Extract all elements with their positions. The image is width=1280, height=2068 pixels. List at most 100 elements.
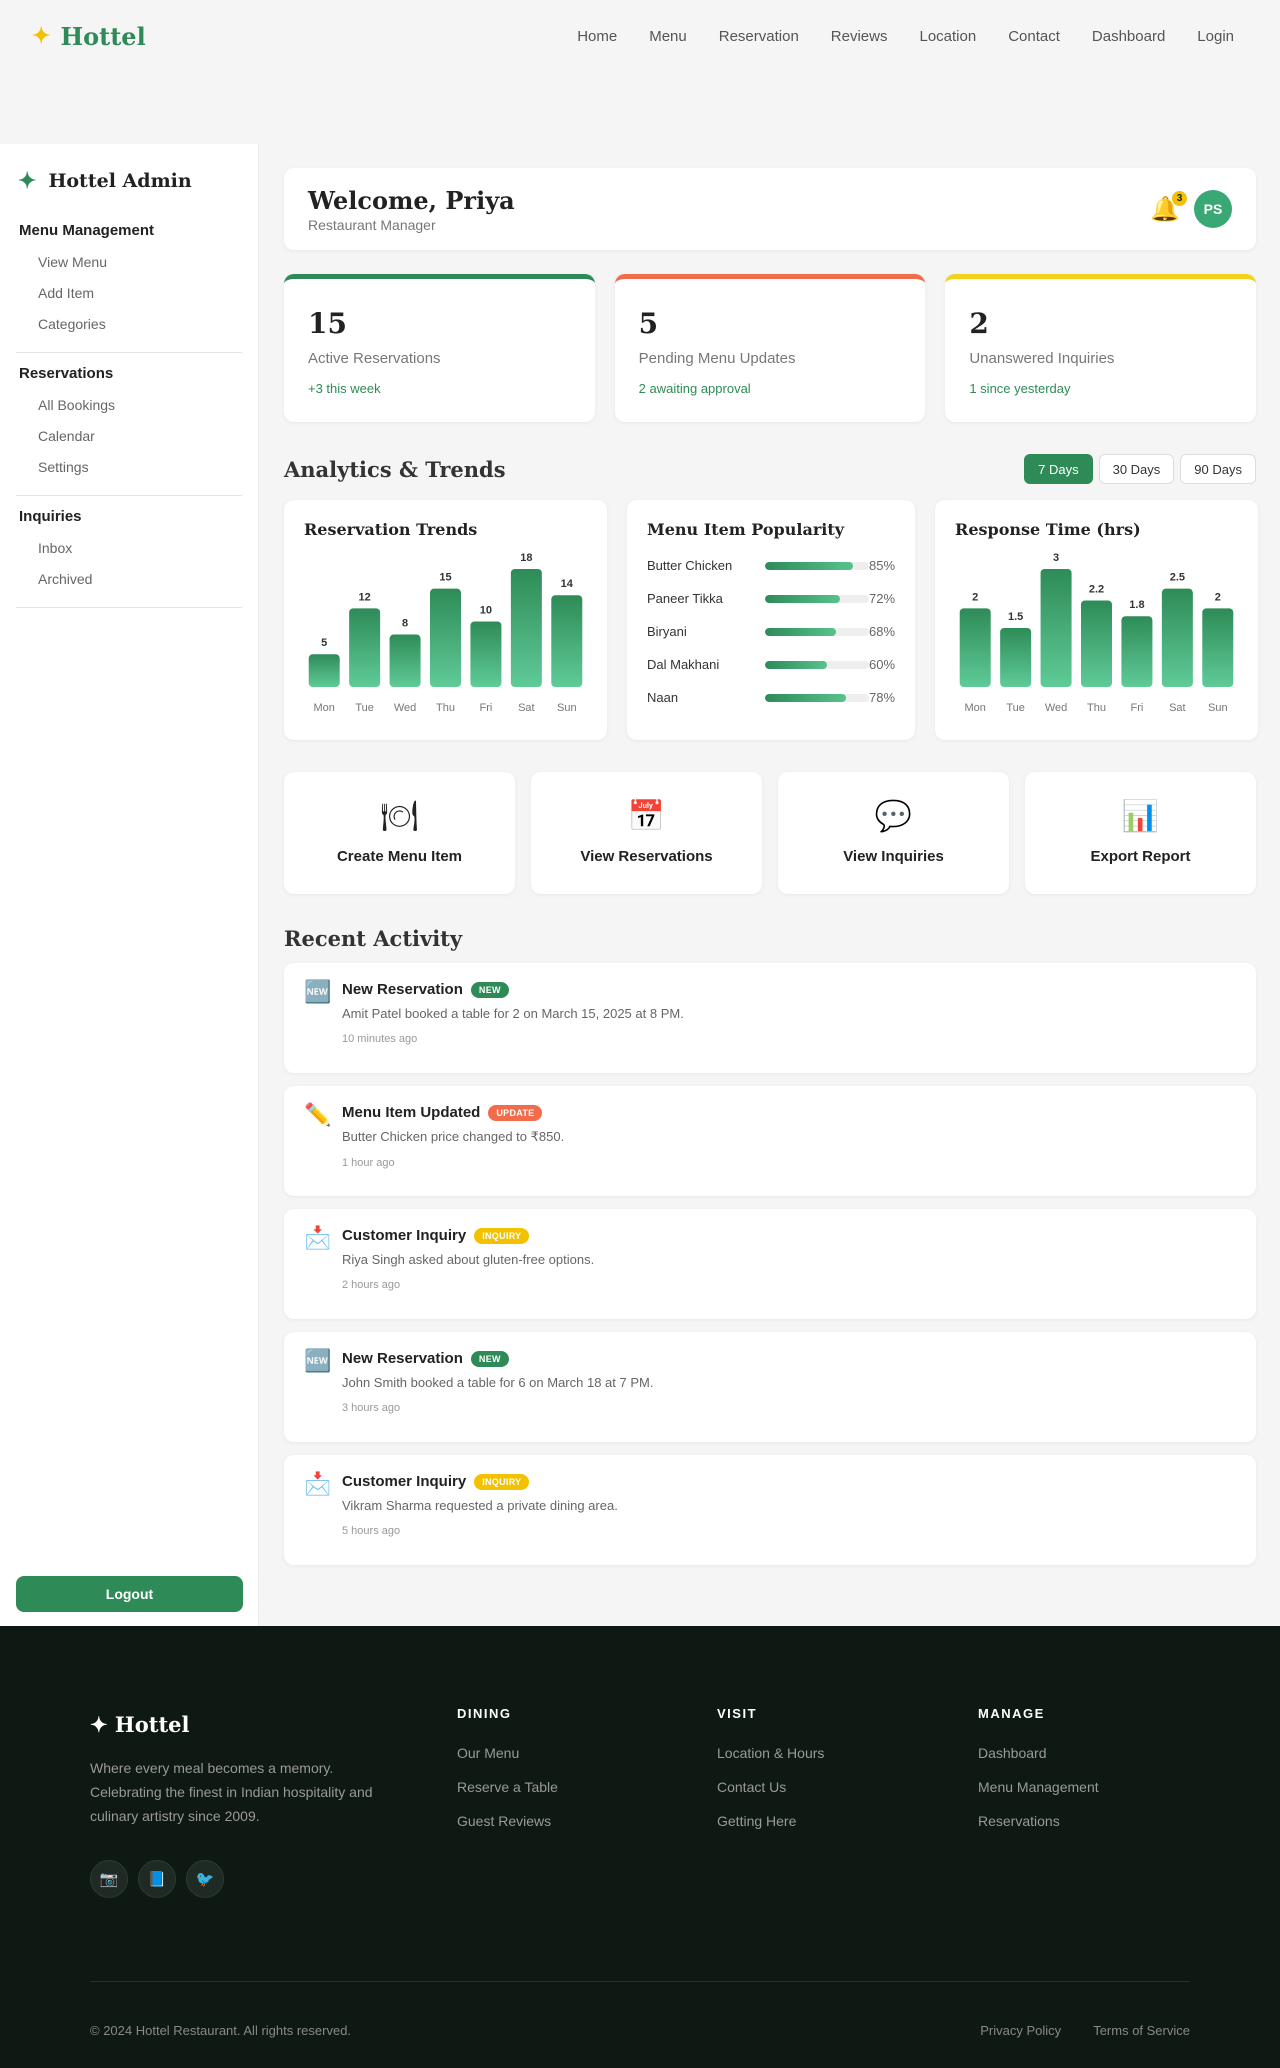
nav-link-contact[interactable]: Contact <box>1008 28 1060 45</box>
sidebar-item-settings[interactable]: Settings <box>16 452 242 483</box>
stat-value: 2 <box>969 307 989 340</box>
activity-item[interactable]: 📩 Customer Inquiry INQUIRY Riya Singh asked… <box>284 1209 1256 1319</box>
footer-link[interactable]: Getting Here <box>717 1813 824 1829</box>
charts-row: Reservation Trends 5 Mon 12 Tue 8 Wed 15 Thu 10 F… <box>284 500 1259 740</box>
dish-name: Butter Chicken <box>647 558 733 573</box>
chart-title: Menu Item Popularity <box>647 520 845 539</box>
action-label: View Inquiries <box>843 847 944 865</box>
footer-link[interactable]: Our Menu <box>457 1745 558 1761</box>
nav-link-home[interactable]: Home <box>577 28 617 45</box>
range-selector: 7 Days 30 Days 90 Days <box>1024 454 1256 484</box>
quick-actions: 🍽 Create Menu Item 📅 View Reservations 💬… <box>284 772 1256 894</box>
sidebar-item-inbox[interactable]: Inbox <box>16 533 242 564</box>
activity-description: John Smith booked a table for 6 on March… <box>342 1375 654 1390</box>
bar-tue <box>1000 628 1032 687</box>
reservation-trends-chart: Reservation Trends 5 Mon 12 Tue 8 Wed 15 Thu 10 F… <box>284 500 607 740</box>
activity-body: Customer Inquiry INQUIRY Vikram Sharma req… <box>342 1471 618 1549</box>
sidebar-item-all-bookings[interactable]: All Bookings <box>16 390 242 421</box>
activity-title: Menu Item Updated <box>342 1104 481 1121</box>
x-tick-label: Sun <box>557 702 577 714</box>
activity-item[interactable]: 🆕 New Reservation NEW Amit Patel booked a t… <box>284 963 1256 1073</box>
popularity-row: Biryani 68% <box>647 615 895 648</box>
camera-icon[interactable]: 📷 <box>90 1860 128 1898</box>
popularity-bar-track <box>765 627 869 636</box>
range-30-days-button[interactable]: 30 Days <box>1098 454 1175 484</box>
x-tick-label: Fri <box>1131 702 1144 714</box>
sidebar-item-view-menu[interactable]: View Menu <box>16 247 242 278</box>
data-label: 10 <box>480 604 492 616</box>
response-time-plot: 2 Mon 1.5 Tue 3 Wed 2.2 Thu 1.8 Fri 2.5 Sat 2 Sun <box>959 552 1234 714</box>
stat-label: Unanswered Inquiries <box>969 350 1115 367</box>
view-inquiries-button[interactable]: 💬 View Inquiries <box>778 772 1009 894</box>
avatar[interactable]: PS <box>1194 190 1232 228</box>
sidebar-item-add-item[interactable]: Add Item <box>16 278 242 309</box>
footer-copyright: © 2024 Hottel Restaurant. All rights res… <box>90 2023 352 2038</box>
view-reservations-button[interactable]: 📅 View Reservations <box>531 772 762 894</box>
stat-card-reservations: 15 Active Reservations +3 this week <box>284 274 595 422</box>
activity-description: Butter Chicken price changed to ₹850. <box>342 1129 565 1144</box>
footer-link[interactable]: Reservations <box>978 1813 1099 1829</box>
star-icon: ✦ <box>32 23 51 49</box>
chart-title: Reservation Trends <box>304 520 478 539</box>
terms-of-service-link[interactable]: Terms of Service <box>1093 2023 1190 2038</box>
footer-link[interactable]: Guest Reviews <box>457 1813 558 1829</box>
recent-activity-title: Recent Activity <box>284 926 463 951</box>
data-label: 8 <box>402 618 408 630</box>
activity-title-row: New Reservation NEW <box>342 981 684 998</box>
sidebar-group-menu-management: Menu Management View Menu Add Item Categ… <box>16 222 242 353</box>
bar-sun <box>551 595 583 687</box>
x-tick-label: Sat <box>1169 702 1186 714</box>
footer-link[interactable]: Reserve a Table <box>457 1779 558 1795</box>
reservation-trends-plot: 5 Mon 12 Tue 8 Wed 15 Thu 10 Fri 18 Sat 14 Sun <box>308 552 583 714</box>
stat-label: Active Reservations <box>308 350 441 367</box>
user-role: Restaurant Manager <box>308 216 436 233</box>
sidebar-item-calendar[interactable]: Calendar <box>16 421 242 452</box>
activity-time: 5 hours ago <box>342 1525 401 1537</box>
nav-link-reservation[interactable]: Reservation <box>719 28 799 45</box>
notifications-button[interactable]: 🔔 3 <box>1150 190 1187 224</box>
activity-item[interactable]: 🆕 New Reservation NEW John Smith booked a t… <box>284 1332 1256 1442</box>
data-label: 18 <box>520 552 532 564</box>
activity-item[interactable]: 📩 Customer Inquiry INQUIRY Vikram Sharma re… <box>284 1455 1256 1565</box>
data-label: 15 <box>439 572 451 584</box>
popularity-bar <box>765 693 847 702</box>
action-label: Export Report <box>1090 847 1191 865</box>
footer-link[interactable]: Menu Management <box>978 1779 1099 1795</box>
brand-logo[interactable]: ✦ Hottel <box>32 22 146 51</box>
nav-link-login[interactable]: Login <box>1197 28 1234 45</box>
footer-col-manage: MANAGE Dashboard Menu Management Reserva… <box>978 1706 1099 1847</box>
x-tick-label: Thu <box>1087 702 1106 714</box>
sidebar-item-categories[interactable]: Categories <box>16 309 242 340</box>
sidebar-brand: ✦ Hottel Admin <box>18 168 242 194</box>
range-90-days-button[interactable]: 90 Days <box>1180 454 1256 484</box>
stat-card-menu-updates: 5 Pending Menu Updates 2 awaiting approv… <box>614 274 926 422</box>
nav-link-location[interactable]: Location <box>919 28 976 45</box>
calendar-icon: 📅 <box>627 799 666 833</box>
footer-link[interactable]: Location & Hours <box>717 1745 824 1761</box>
book-icon[interactable]: 📘 <box>138 1860 176 1898</box>
activity-title-row: Customer Inquiry INQUIRY <box>342 1227 594 1244</box>
sidebar-brand-name: Hottel Admin <box>48 170 192 192</box>
activity-title: Customer Inquiry <box>342 1227 467 1244</box>
privacy-policy-link[interactable]: Privacy Policy <box>980 2023 1061 2038</box>
footer-link[interactable]: Dashboard <box>978 1745 1099 1761</box>
data-label: 12 <box>359 591 371 603</box>
activity-body: Customer Inquiry INQUIRY Riya Singh asked … <box>342 1225 594 1303</box>
activity-item[interactable]: ✏️ Menu Item Updated UPDATE Butter Chicken … <box>284 1086 1256 1196</box>
create-menu-item-button[interactable]: 🍽 Create Menu Item <box>284 772 515 894</box>
export-report-button[interactable]: 📊 Export Report <box>1025 772 1256 894</box>
dish-name: Paneer Tikka <box>647 591 723 606</box>
nav-link-reviews[interactable]: Reviews <box>831 28 888 45</box>
logout-button[interactable]: Logout <box>16 1576 243 1612</box>
analytics-title: Analytics & Trends <box>284 456 506 482</box>
nav-link-dashboard[interactable]: Dashboard <box>1092 28 1165 45</box>
activity-time: 1 hour ago <box>342 1157 395 1169</box>
range-7-days-button[interactable]: 7 Days <box>1024 454 1093 484</box>
sidebar-item-archived[interactable]: Archived <box>16 564 242 595</box>
data-label: 1.8 <box>1129 599 1144 611</box>
action-label: View Reservations <box>580 847 713 865</box>
footer-link[interactable]: Contact Us <box>717 1779 824 1795</box>
nav-link-menu[interactable]: Menu <box>649 28 687 45</box>
chart-title: Response Time (hrs) <box>955 520 1141 539</box>
bird-icon[interactable]: 🐦 <box>186 1860 224 1898</box>
